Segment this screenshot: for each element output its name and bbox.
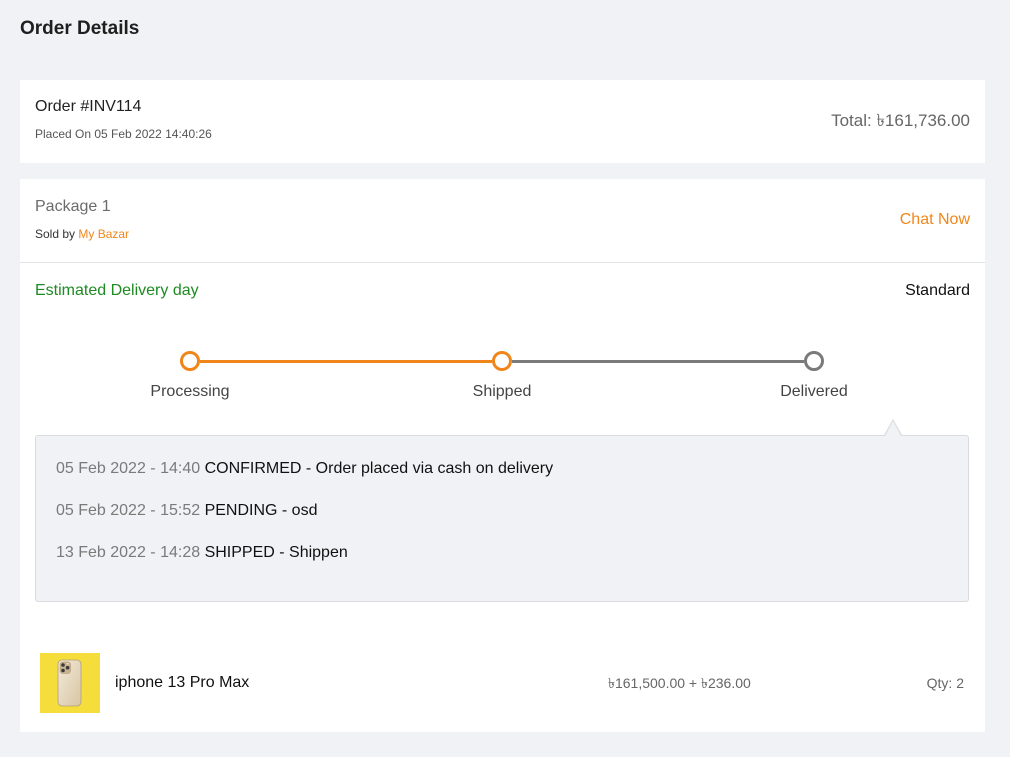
iphone-icon [57,659,82,707]
product-thumbnail[interactable] [40,653,100,713]
progress-segment [512,360,804,363]
step-label-processing: Processing [150,383,230,400]
estimated-delivery-label: Estimated Delivery day [35,282,199,299]
history-status: SHIPPED - Shippen [204,544,348,561]
history-timestamp: 13 Feb 2022 - 14:28 [56,544,201,561]
sold-by-label: Sold by [35,227,76,241]
product-quantity: Qty: 2 [926,675,964,691]
history-entry: 13 Feb 2022 - 14:28 SHIPPED - Shippen [56,543,968,563]
step-label-delivered: Delivered [780,383,848,400]
history-timestamp: 05 Feb 2022 - 14:40 [56,460,201,477]
package-header-divider [20,262,985,263]
sold-by-line: Sold by My Bazar [35,226,129,242]
chat-now-button[interactable]: Chat Now [900,210,970,230]
status-history-box: 05 Feb 2022 - 14:40 CONFIRMED - Order pl… [35,435,969,602]
seller-link[interactable]: My Bazar [78,227,129,241]
order-summary-card: Order #INV114 Placed On 05 Feb 2022 14:4… [20,80,985,163]
history-pointer-arrow-fill [885,421,901,436]
product-price: ৳161,500.00 + ৳236.00 [608,675,751,691]
step-marker-shipped [492,351,512,371]
progress-segment [200,360,492,363]
history-status: CONFIRMED - Order placed via cash on del… [204,460,554,477]
delivery-type: Standard [905,282,970,299]
step-marker-delivered [804,351,824,371]
order-total: Total: ৳161,736.00 [831,111,970,130]
step-label-shipped: Shipped [472,383,532,400]
order-placed-date: Placed On 05 Feb 2022 14:40:26 [35,127,212,141]
history-timestamp: 05 Feb 2022 - 15:52 [56,502,201,519]
order-number: Order #INV114 [35,98,142,115]
product-name-link[interactable]: iphone 13 Pro Max [115,673,249,693]
step-marker-processing [180,351,200,371]
page-title: Order Details [20,18,140,39]
history-status: PENDING - osd [204,502,318,519]
package-card: Package 1 Sold by My Bazar Chat Now Esti… [20,179,985,732]
history-entry: 05 Feb 2022 - 15:52 PENDING - osd [56,501,968,521]
history-entry: 05 Feb 2022 - 14:40 CONFIRMED - Order pl… [56,459,968,479]
package-title: Package 1 [35,198,111,215]
